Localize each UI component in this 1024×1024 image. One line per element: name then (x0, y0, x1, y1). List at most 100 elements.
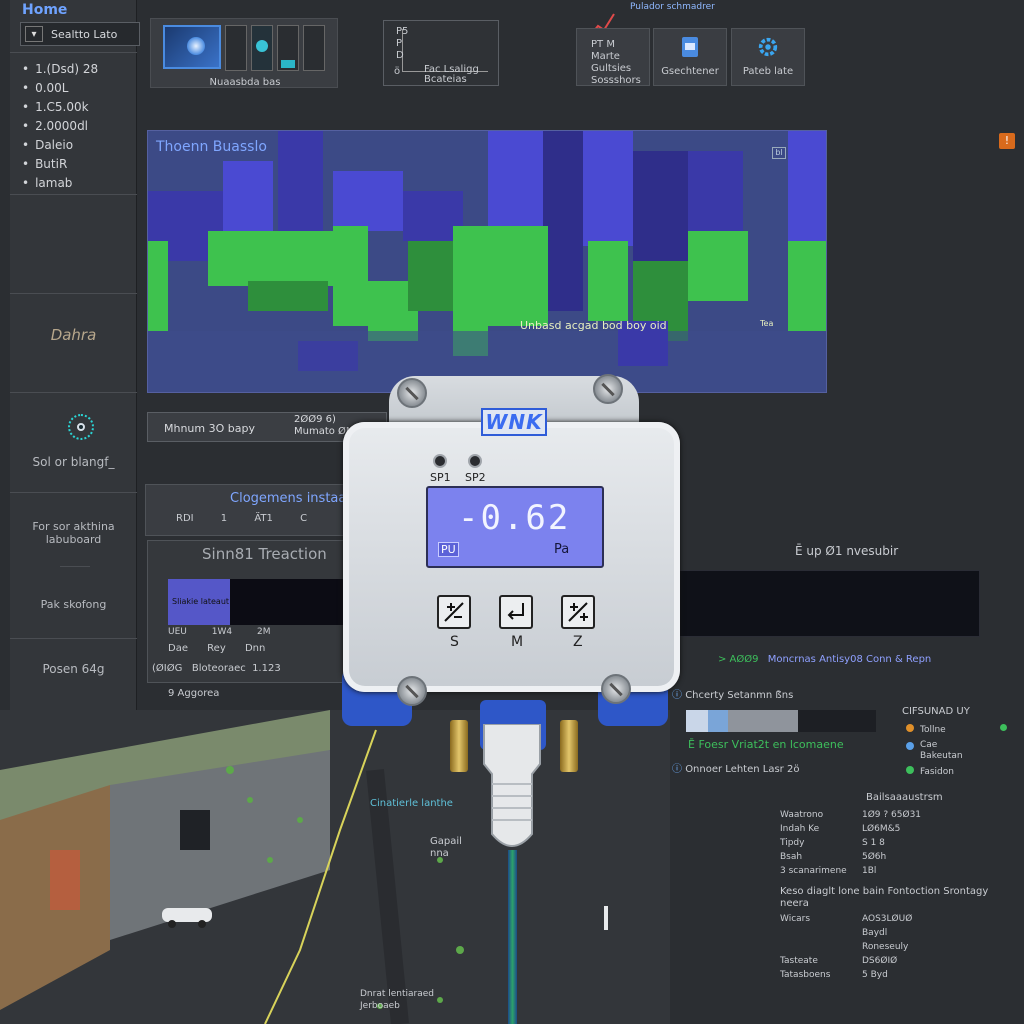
map-label: Cinatierle lanthe (370, 798, 453, 809)
diagnostics-panel[interactable]: Clogemens instaa RDI 1 ÄT1 C (145, 484, 346, 536)
dial-knob[interactable] (68, 414, 94, 440)
footer-label: Posen 64g (42, 662, 105, 676)
thumbnail-slot[interactable] (277, 25, 299, 71)
tool-card-text: PT M (591, 39, 615, 50)
metric-text: Moncrnas Antisy08 Conn & Repn (767, 654, 932, 665)
sidebar-item[interactable]: 1.(Dsd) 28 (22, 60, 98, 79)
ident-line: ⓘ Chcerty Setanmn ß̈ns (672, 686, 793, 701)
dot-icon (906, 766, 914, 774)
thumbnail-strip[interactable]: Nuaasbda bas (150, 18, 338, 88)
section-label: Dahra (50, 326, 97, 344)
spec-key: Indah Ke (780, 824, 820, 834)
sidebar-item[interactable]: ButiR (22, 155, 98, 174)
ident-text: Chcerty Setanmn ß̈ns (685, 690, 794, 701)
spec-value: 1Ø9 ? 65Ø31 (862, 810, 922, 820)
thumbnail-slot[interactable] (303, 25, 325, 71)
legend-item[interactable]: Fasidon (906, 764, 963, 780)
spec-heading: Bailsaaaustrsm (866, 792, 943, 803)
spec-value: Baydl (862, 928, 888, 938)
tool-card-documents[interactable]: Gsechtener (653, 28, 727, 86)
spec-value: 1Bl (862, 866, 877, 876)
tool-card-text: Gultsies (591, 63, 632, 74)
key-label: S (450, 634, 459, 650)
pressure-reading: -0.62 (458, 498, 571, 538)
spec-key: 3 scanarimene (780, 866, 847, 876)
gem-icon (256, 40, 268, 52)
transaction-bar-fill: Sliakie lateaut (168, 579, 230, 625)
legend-swatch (686, 710, 708, 732)
spec-value: 5 Byd (862, 970, 888, 980)
sidebar-item[interactable]: 0.00L (22, 79, 98, 98)
lcd-mode: PU (438, 542, 459, 557)
level-icon (281, 60, 295, 68)
divider (10, 392, 137, 393)
set-arrows-icon (444, 602, 464, 622)
pressure-port (560, 720, 578, 772)
chart-annotation: Tea (760, 319, 774, 328)
key-label: M (511, 634, 524, 650)
mini-chart-text: D (396, 50, 404, 61)
pressure-transmitter[interactable]: WNK SP1 SP2 -0.62 PU Pa S M Z (335, 370, 690, 706)
mode-key[interactable] (499, 595, 533, 629)
screw-icon (397, 378, 427, 408)
zero-key[interactable] (561, 595, 595, 629)
transaction-panel[interactable]: Sinn81 Treaction Sliakie lateaut UEU 1W4… (147, 540, 348, 683)
spec-row: Roneseuly (780, 940, 912, 954)
chart-corner-badge[interactable]: bl (772, 147, 786, 159)
spec-key: Wicars (780, 914, 811, 924)
warning-icon[interactable]: ! (999, 133, 1015, 149)
tool-card-pressure[interactable]: PT M Marte Gultsies Sossshors (576, 28, 650, 86)
sidebar-item[interactable]: lamab (22, 174, 98, 193)
status-left: Mhnum 3O bapy (164, 422, 255, 435)
brand-logo: WNK (481, 408, 547, 436)
thumbnail-label: Nuaasbda bas (209, 77, 281, 88)
cable-gland (483, 724, 541, 847)
info-icon: ⓘ (672, 764, 686, 775)
sensor-cable (508, 850, 517, 1024)
output-display (670, 570, 980, 637)
map-label: Gapail nna (430, 836, 462, 859)
lcd-display: -0.62 PU Pa (426, 486, 604, 568)
spec-row: Wicars AOS3LØUØ (780, 912, 912, 926)
sidebar-item[interactable]: 1.C5.00k (22, 98, 98, 117)
document-icon (682, 37, 698, 57)
legend-list: Tollne Cae Bakeutan Fasidon (906, 722, 963, 780)
transaction-bar: Sliakie lateaut (168, 579, 348, 625)
legend-swatch (728, 710, 798, 732)
map-label: Dnrat lentiaraed Jerboaeb (360, 989, 434, 1011)
spec-key: Tipdy (780, 838, 805, 848)
mini-chart-card[interactable]: P5 P D ö Fac Lsaligg Bcateias (383, 20, 499, 86)
divider (10, 638, 137, 639)
section-title: Ē Foesr Vriat2t en lcomaene (688, 738, 844, 751)
transaction-cell: Dae (168, 643, 188, 654)
monitor-text: Onnoer Lehten Lasr 2ö (685, 764, 800, 775)
set-key[interactable] (437, 595, 471, 629)
spec-key (780, 926, 862, 940)
legend-item[interactable]: Tollne (906, 722, 963, 738)
spec-value: LØ6M&5 (862, 824, 901, 834)
thumbnail-slot[interactable] (225, 25, 247, 71)
diagnostics-cell: ÄT1 (254, 513, 273, 524)
tool-card-text: Sossshors (591, 75, 641, 86)
sidebar-item[interactable]: 2.0000dl (22, 117, 98, 136)
spec-row: 3 scanarimene 1Bl (780, 864, 921, 878)
tool-card-settings[interactable]: Pateb late (731, 28, 805, 86)
thumbnail-selected[interactable] (163, 25, 221, 69)
spec-row: Baydl (780, 926, 912, 940)
spec-row: Tatasboens 5 Byd (780, 968, 912, 982)
legend-bar (686, 710, 876, 732)
status-dot (1000, 724, 1007, 731)
diagnostics-row: RDI 1 ÄT1 C (176, 513, 307, 524)
diagnostics-cell: RDI (176, 513, 194, 524)
top-title: Pulador schmadrer (630, 2, 715, 12)
sidebar-select[interactable]: ▾ Sealtto Lato (20, 22, 140, 46)
sidebar-item[interactable]: Daleio (22, 136, 98, 155)
spec-value: Roneseuly (862, 942, 909, 952)
home-title[interactable]: Home (22, 2, 67, 18)
legend-item[interactable]: Cae Bakeutan (906, 740, 963, 762)
heatmap-chart[interactable]: Thoenn Buasslo bl Unbasd acgad bod boy o… (147, 130, 827, 393)
gear-icon (758, 37, 778, 57)
mini-chart-text: ö (394, 66, 401, 77)
transaction-footer: 9 Aggorea (168, 688, 220, 699)
thumbnail-slot[interactable] (251, 25, 273, 71)
